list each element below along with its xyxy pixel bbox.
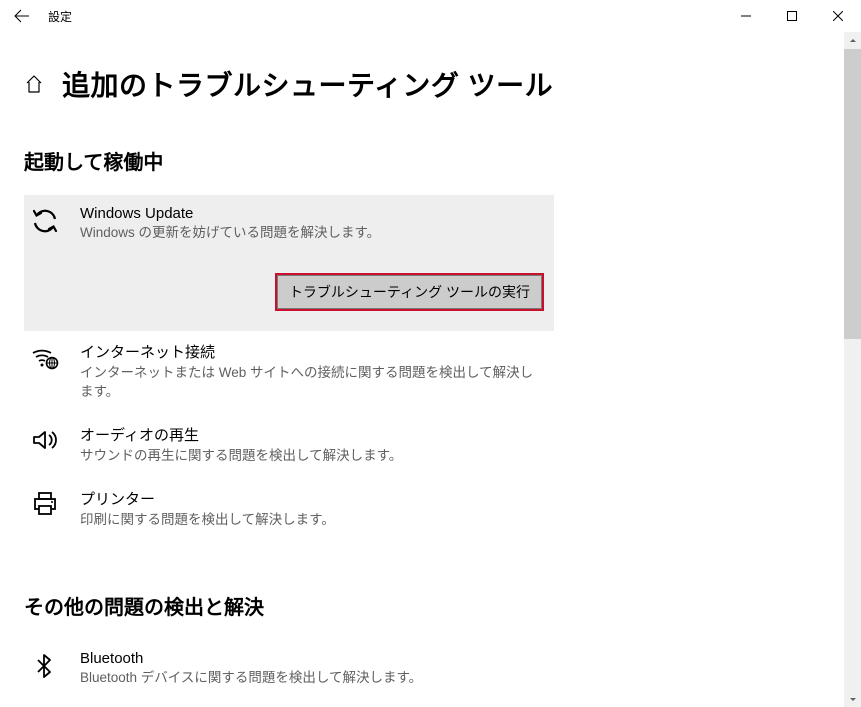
titlebar: 設定 [0, 0, 861, 32]
item-internet[interactable]: インターネット接続 インターネットまたは Web サイトへの接続に関する問題を検… [24, 331, 554, 414]
window-title: 設定 [48, 8, 72, 25]
chevron-up-icon [848, 36, 858, 46]
run-button-row: トラブルシューティング ツールの実行 [80, 273, 544, 311]
item-title: インターネット接続 [80, 341, 544, 362]
item-body: Bluetooth Bluetooth デバイスに関する問題を検出して解決します… [80, 650, 554, 688]
page-header: 追加のトラブルシューティング ツール [24, 64, 861, 104]
internet-icon [30, 343, 60, 373]
section-title-other: その他の問題の検出と解決 [24, 591, 861, 620]
window-controls [723, 0, 861, 32]
audio-icon [30, 426, 60, 456]
back-arrow-icon [14, 8, 30, 24]
maximize-button[interactable] [769, 0, 815, 32]
minimize-icon [741, 11, 751, 21]
item-desc: Windows の更新を妨げている問題を解決します。 [80, 224, 544, 243]
titlebar-left: 設定 [14, 8, 72, 25]
item-desc: サウンドの再生に関する問題を検出して解決します。 [80, 447, 544, 466]
scrollbar-down-button[interactable] [844, 690, 861, 707]
run-troubleshooter-button[interactable]: トラブルシューティング ツールの実行 [275, 273, 544, 311]
scrollbar-thumb[interactable] [844, 49, 861, 339]
item-desc: 印刷に関する問題を検出して解決します。 [80, 511, 544, 530]
item-title: Windows Update [80, 205, 544, 222]
minimize-button[interactable] [723, 0, 769, 32]
item-body: Windows Update Windows の更新を妨げている問題を解決します… [80, 205, 554, 311]
item-desc: インターネットまたは Web サイトへの接続に関する問題を検出して解決します。 [80, 364, 544, 402]
item-windows-update[interactable]: Windows Update Windows の更新を妨げている問題を解決します… [24, 195, 554, 331]
item-body: プリンター 印刷に関する問題を検出して解決します。 [80, 488, 554, 530]
item-title: Bluetooth [80, 650, 544, 667]
back-button[interactable] [14, 8, 30, 24]
bluetooth-icon [30, 652, 60, 682]
item-bluetooth[interactable]: Bluetooth Bluetooth デバイスに関する問題を検出して解決します… [24, 640, 554, 700]
close-button[interactable] [815, 0, 861, 32]
scrollbar-up-button[interactable] [844, 32, 861, 49]
section-title-running: 起動して稼働中 [24, 146, 861, 175]
maximize-icon [787, 11, 797, 21]
item-title: オーディオの再生 [80, 424, 544, 445]
chevron-down-icon [848, 694, 858, 704]
item-audio[interactable]: オーディオの再生 サウンドの再生に関する問題を検出して解決します。 [24, 414, 554, 478]
scrollbar[interactable] [844, 32, 861, 707]
content-area: 追加のトラブルシューティング ツール 起動して稼働中 Windows Updat… [0, 32, 861, 707]
printer-icon [30, 490, 60, 520]
item-body: インターネット接続 インターネットまたは Web サイトへの接続に関する問題を検… [80, 341, 554, 402]
item-desc: Bluetooth デバイスに関する問題を検出して解決します。 [80, 669, 544, 688]
page-title: 追加のトラブルシューティング ツール [62, 64, 553, 104]
item-title: プリンター [80, 488, 544, 509]
close-icon [833, 11, 843, 21]
windows-update-icon [30, 207, 60, 237]
home-icon [24, 74, 44, 94]
item-body: オーディオの再生 サウンドの再生に関する問題を検出して解決します。 [80, 424, 554, 466]
item-printer[interactable]: プリンター 印刷に関する問題を検出して解決します。 [24, 478, 554, 542]
home-button[interactable] [24, 74, 44, 94]
